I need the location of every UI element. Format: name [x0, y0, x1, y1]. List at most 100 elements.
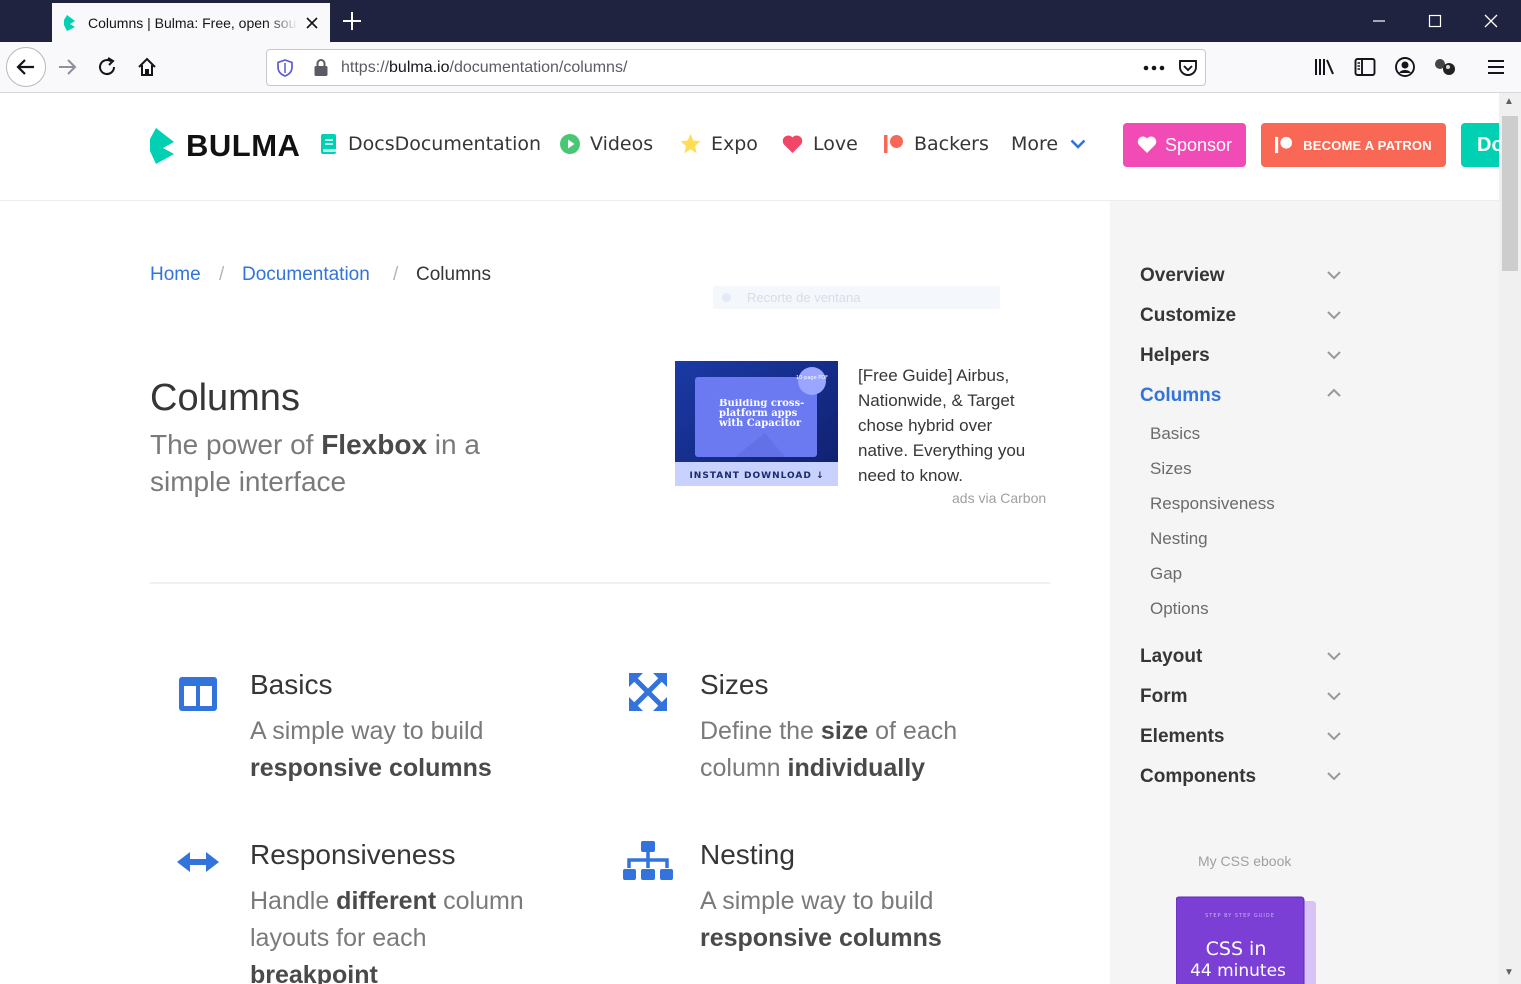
- download-label: Do: [1477, 133, 1499, 156]
- sidebar-category-elements[interactable]: Elements: [1140, 726, 1224, 748]
- play-icon: [560, 134, 580, 154]
- sidebar-item-sizes[interactable]: Sizes: [1150, 459, 1192, 479]
- page-subtitle: The power of Flexbox in a simple interfa…: [150, 429, 480, 497]
- css-ebook-cover[interactable]: STEP BY STEP GUIDE CSS in 44 minutes: [1175, 893, 1316, 984]
- sidebar-category-helpers[interactable]: Helpers: [1140, 345, 1210, 367]
- heart-icon: [1137, 136, 1157, 154]
- chevron-down-icon[interactable]: [1326, 688, 1342, 704]
- menu-hamburger-icon[interactable]: [1486, 58, 1506, 76]
- reload-button[interactable]: [90, 50, 124, 84]
- chevron-down-icon[interactable]: [1326, 768, 1342, 784]
- web-page: BULMA DocsDocumentation Videos Expo Love…: [0, 93, 1499, 984]
- sidebar-category-customize[interactable]: Customize: [1140, 305, 1236, 327]
- page-scrollbar[interactable]: ▲ ▼: [1499, 93, 1521, 984]
- lock-icon[interactable]: [313, 58, 329, 77]
- sidebar-category-components[interactable]: Components: [1140, 766, 1256, 788]
- browser-tab-active[interactable]: Columns | Bulma: Free, open source: [52, 3, 330, 42]
- nav-love[interactable]: Love: [782, 133, 858, 155]
- sidebar-category-form[interactable]: Form: [1140, 686, 1188, 708]
- ebook-title-line1: CSS in: [1206, 938, 1267, 960]
- nav-docs[interactable]: DocsDocumentation: [320, 133, 541, 155]
- download-button[interactable]: Do: [1461, 123, 1499, 167]
- breadcrumb-documentation[interactable]: Documentation: [242, 264, 370, 286]
- sidebar-item-responsiveness[interactable]: Responsiveness: [1150, 494, 1275, 514]
- scroll-up-icon[interactable]: ▲: [1504, 96, 1514, 107]
- ebook-kicker: STEP BY STEP GUIDE: [1205, 913, 1275, 919]
- feature-title: Nesting: [700, 839, 795, 870]
- close-window-icon[interactable]: [1466, 0, 1516, 42]
- chevron-down-icon[interactable]: [1326, 728, 1342, 744]
- sponsor-button[interactable]: Sponsor: [1123, 123, 1246, 167]
- bulma-logo-icon: [150, 128, 174, 164]
- sidebar-category-columns[interactable]: Columns: [1140, 385, 1221, 407]
- carbon-ad-image[interactable]: 10-page PDF Building cross-platform apps…: [675, 361, 838, 486]
- feature-title: Sizes: [700, 669, 769, 700]
- tracking-shield-icon[interactable]: [276, 59, 294, 77]
- ad-heading: Building cross-platform apps with Capaci…: [719, 399, 805, 429]
- patreon-icon: [1275, 136, 1293, 154]
- ebook-title-line2: 44 minutes: [1190, 961, 1286, 981]
- ad-illustration: 10-page PDF Building cross-platform apps…: [675, 361, 838, 486]
- home-button[interactable]: [130, 50, 164, 84]
- library-icon[interactable]: [1314, 57, 1336, 77]
- sidebar-item-options[interactable]: Options: [1150, 599, 1209, 619]
- scrollbar-thumb[interactable]: [1502, 116, 1518, 271]
- forward-arrow-icon: [59, 59, 77, 75]
- address-bar[interactable]: https://bulma.io/documentation/columns/: [266, 49, 1206, 86]
- nav-videos-label: Videos: [590, 133, 654, 155]
- sidebar-category-overview[interactable]: Overview: [1140, 265, 1225, 287]
- chevron-down-icon[interactable]: [1326, 347, 1342, 363]
- bulma-favicon-icon: [64, 14, 75, 31]
- new-tab-icon[interactable]: [340, 9, 364, 33]
- url-text[interactable]: https://bulma.io/documentation/columns/: [341, 59, 627, 77]
- columns-icon: [179, 677, 217, 711]
- ad-badge: 10-page PDF: [796, 375, 828, 381]
- sitemap-icon: [623, 841, 673, 880]
- star-icon: [680, 134, 701, 154]
- sponsor-label: Sponsor: [1164, 134, 1233, 155]
- ebook-label: My CSS ebook: [1198, 853, 1292, 869]
- ebook-illustration: STEP BY STEP GUIDE CSS in 44 minutes: [1175, 896, 1316, 984]
- horizontal-arrows-icon: [177, 852, 219, 872]
- browser-toolbar: https://bulma.io/documentation/columns/: [0, 42, 1521, 93]
- carbon-ad-text[interactable]: [Free Guide] Airbus, Nationwide, & Targe…: [858, 363, 1038, 488]
- account-icon[interactable]: [1394, 56, 1416, 78]
- extensions-icon[interactable]: [1433, 56, 1457, 78]
- nav-videos[interactable]: Videos: [560, 133, 653, 155]
- chevron-down-icon[interactable]: [1326, 267, 1342, 283]
- back-button[interactable]: [6, 47, 46, 87]
- nav-more[interactable]: More: [1011, 133, 1086, 155]
- book-icon: [320, 133, 338, 155]
- back-arrow-icon: [16, 59, 34, 75]
- page-actions-icon[interactable]: [1143, 65, 1165, 71]
- tab-close-icon[interactable]: [304, 15, 320, 31]
- sidebar-item-gap[interactable]: Gap: [1150, 564, 1182, 584]
- pocket-icon[interactable]: [1178, 58, 1198, 78]
- bulma-logo[interactable]: BULMA: [150, 128, 300, 164]
- divider: [150, 582, 1050, 584]
- maximize-icon[interactable]: [1410, 0, 1460, 42]
- breadcrumb-home[interactable]: Home: [150, 264, 201, 286]
- minimize-icon[interactable]: [1354, 0, 1404, 42]
- scroll-down-icon[interactable]: ▼: [1504, 967, 1514, 978]
- logo-wordmark: BULMA: [186, 128, 301, 163]
- chevron-down-icon[interactable]: [1326, 307, 1342, 323]
- nav-docs-label: DocsDocumentation: [348, 133, 542, 155]
- tab-title: Columns | Bulma: Free, open source: [88, 14, 298, 31]
- sidebar-toggle-icon[interactable]: [1354, 57, 1376, 77]
- overlay-label: Recorte de ventana: [747, 290, 861, 305]
- sidebar-item-basics[interactable]: Basics: [1150, 424, 1200, 444]
- overlay-dot-icon: [722, 293, 731, 302]
- become-patron-button[interactable]: BECOME A PATRON: [1261, 123, 1446, 167]
- chevron-down-icon[interactable]: [1326, 648, 1342, 664]
- ad-via-carbon[interactable]: ads via Carbon: [952, 490, 1046, 506]
- sidebar-category-layout[interactable]: Layout: [1140, 646, 1202, 668]
- nav-backers[interactable]: Backers: [884, 133, 989, 155]
- nav-expo-label: Expo: [711, 133, 758, 155]
- chevron-down-icon: [1070, 139, 1086, 149]
- forward-button[interactable]: [50, 50, 84, 84]
- chevron-up-icon[interactable]: [1326, 385, 1342, 401]
- sidebar-item-nesting[interactable]: Nesting: [1150, 529, 1208, 549]
- docs-sidebar: Overview Customize Helpers Columns Basic…: [1110, 201, 1499, 984]
- nav-expo[interactable]: Expo: [680, 133, 758, 155]
